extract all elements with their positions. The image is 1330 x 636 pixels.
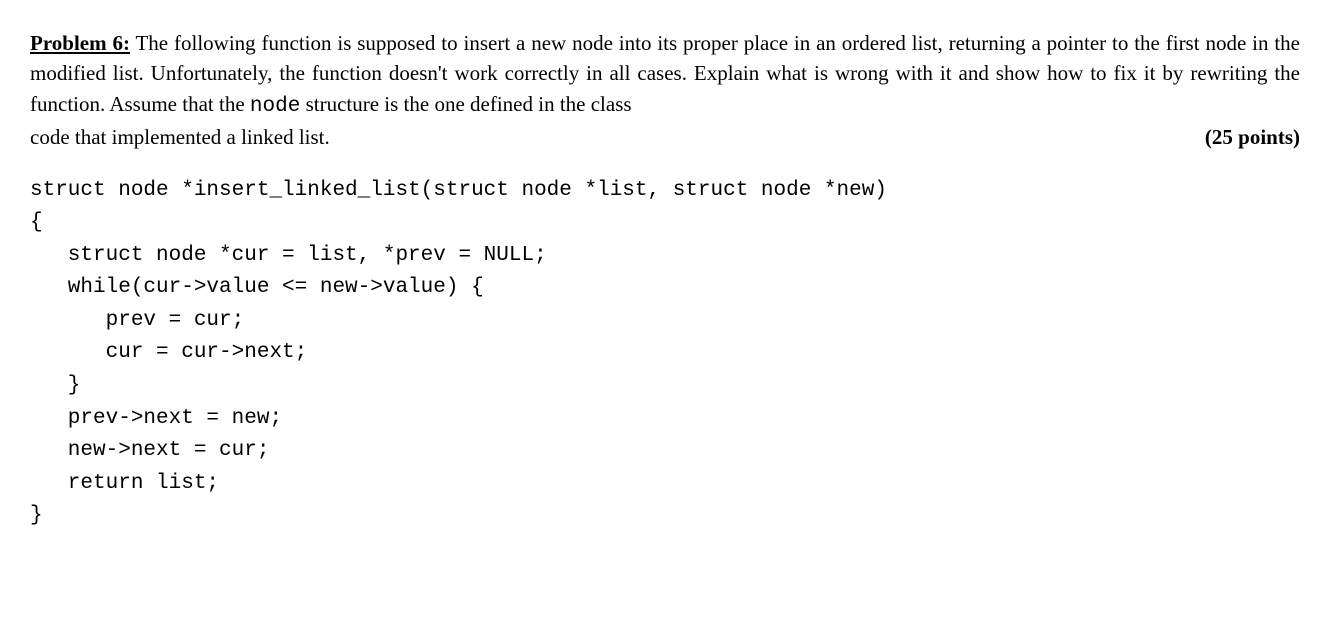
problem-text-part2: structure is the one defined in the clas… <box>300 92 631 116</box>
code-block: struct node *insert_linked_list(struct n… <box>30 175 1300 533</box>
problem-last-line-text: code that implemented a linked list. <box>30 122 330 152</box>
problem-statement: Problem 6: The following function is sup… <box>30 28 1300 153</box>
problem-label: Problem 6: <box>30 31 130 55</box>
points-label: (25 points) <box>1205 122 1300 152</box>
inline-code-node: node <box>250 95 300 118</box>
problem-last-line: code that implemented a linked list. (25… <box>30 122 1300 152</box>
problem-text-part1: The following function is supposed to in… <box>30 31 1300 116</box>
